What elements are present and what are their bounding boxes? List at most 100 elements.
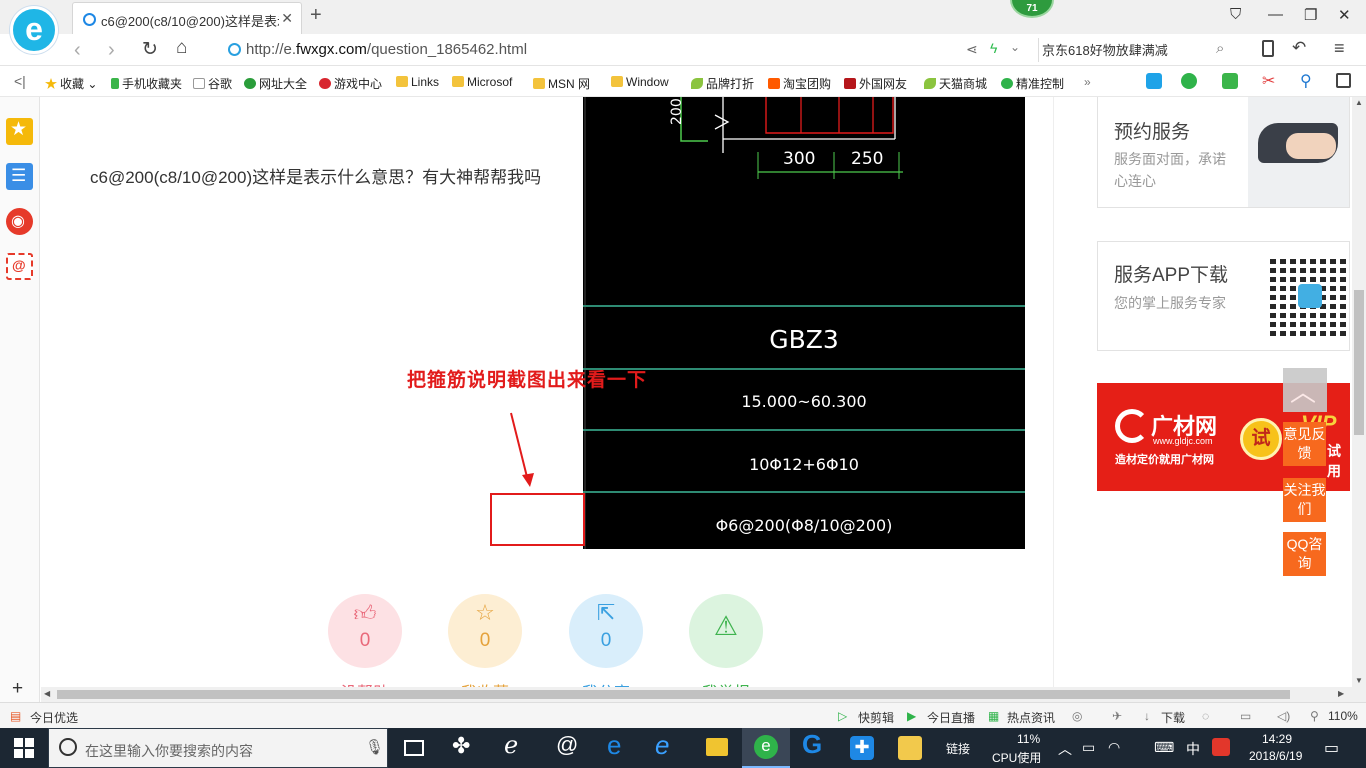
microphone-icon[interactable]: 🎙︎ [365,738,384,756]
share-button[interactable]: ⇱ 0 [569,594,643,668]
zoom-icon[interactable]: ⚲ [1310,709,1319,723]
weibo-icon[interactable]: ◉ [6,208,33,235]
menu-icon[interactable]: ≡ [1334,38,1345,59]
quick-clip-link[interactable]: 快剪辑 [858,709,894,726]
follow-us-button[interactable]: 关注我们 [1283,478,1326,522]
scroll-left-icon[interactable]: ◀ [44,689,50,698]
bookmark-games[interactable]: 游戏中心 [319,75,382,92]
more-bookmarks-icon[interactable]: » [1084,75,1091,89]
start-button[interactable] [14,738,34,758]
today-picks-link[interactable]: 今日优选 [30,709,78,726]
tray-expand-icon[interactable]: ︿ [1058,739,1072,759]
skin-icon[interactable]: ⛉ [1230,6,1241,23]
zoom-search-icon[interactable]: ⚲ [1300,71,1312,91]
windows-search-input[interactable]: 在这里输入你要搜索的内容 🎙︎ [48,728,388,768]
file-explorer-icon[interactable] [706,738,728,756]
active-browser-task[interactable]: e [742,728,790,768]
app-download-card[interactable]: 服务APP下载 您的掌上服务专家 [1097,241,1350,351]
window-icon[interactable]: ▭ [1240,709,1251,723]
appointment-card[interactable]: 预约服务 服务面对面，承诺心连心 [1097,97,1350,208]
live-link[interactable]: 今日直播 [927,709,975,726]
vertical-scroll-thumb[interactable] [1354,290,1364,435]
translate-icon[interactable] [1222,73,1238,89]
reader-icon[interactable]: ☰ [6,163,33,190]
forward-icon[interactable]: › [108,39,115,62]
zoom-level[interactable]: 110% [1328,709,1358,723]
unhelpful-button[interactable]: 👍︎ 0 [328,594,402,668]
news-link[interactable]: 热点资讯 [1007,709,1055,726]
bookmark-precision[interactable]: 精准控制 [1001,75,1064,92]
wifi-icon[interactable]: ◠ [1108,739,1120,756]
notifications-icon[interactable]: ▭ [1324,738,1339,758]
close-tab-icon[interactable]: ✕ [281,10,293,27]
swirl-app-icon[interactable]: @ [556,732,586,760]
ime-indicator[interactable]: 中 [1186,739,1200,759]
reload-icon[interactable]: ↻ [142,38,158,61]
apps-icon[interactable] [1336,73,1351,88]
edge-icon[interactable]: e [607,730,637,760]
ie-icon[interactable]: e [655,730,685,760]
browser-tab[interactable]: c6@200(c8/10@200)这样是表示 ✕ [72,2,302,34]
bookmark-windows[interactable]: Window [611,75,669,89]
address-field[interactable]: http://e.fwxgx.com/question_1865462.html… [220,37,1040,63]
new-tab-icon[interactable]: + [310,4,322,27]
feedback-button[interactable]: 意见反馈 [1283,422,1326,466]
battery-icon[interactable]: ▭ [1082,739,1095,756]
bookmark-links[interactable]: Links [396,75,439,89]
back-icon[interactable]: ‹ [74,39,81,62]
bookmark-taobao[interactable]: 淘宝团购 [768,75,831,92]
bookmark-msn[interactable]: MSN 网 [533,75,590,92]
browser-logo[interactable]: e [10,6,58,54]
favorite-button[interactable]: ☆ 0 [448,594,522,668]
search-input[interactable]: 京东618好物放肆满减 [1042,40,1242,60]
speed-icon[interactable]: ◎ [1072,709,1082,723]
links-toolbar[interactable]: 链接 [946,740,970,757]
mail-icon[interactable]: @ [6,253,33,280]
home-icon[interactable]: ⌂ [176,37,187,59]
volume-icon[interactable]: ◁) [1277,709,1290,723]
undo-icon[interactable]: ↶ [1292,38,1306,58]
task-view-icon[interactable] [404,740,424,756]
edge-legacy-icon[interactable]: ℯ [504,731,534,759]
search-icon[interactable]: ⌕ [1216,40,1224,57]
notification-badge[interactable]: 71 [1010,0,1054,18]
bookmark-brand-sale[interactable]: 品牌打折 [691,75,754,92]
bookmark-microsoft[interactable]: Microsof [452,75,512,89]
notes-app-icon[interactable] [898,736,922,760]
cleanup-icon[interactable]: ◌ [1202,709,1209,723]
pinwheel-app-icon[interactable]: ✤ [452,733,482,761]
extension-icon[interactable] [1146,73,1162,89]
add-icon[interactable]: + [12,678,23,700]
sidebar-toggle-icon[interactable]: <| [14,73,26,89]
glodon-icon[interactable]: G [802,729,832,759]
sogou-ime-icon[interactable] [1212,738,1230,756]
currency-icon[interactable] [1181,73,1197,89]
back-to-top-button[interactable]: ︿ [1283,368,1327,412]
bookmark-foreign[interactable]: 外国网友 [844,75,907,92]
clock-time[interactable]: 14:29 [1262,732,1292,746]
mobile-icon[interactable] [1262,40,1274,57]
bookmark-google[interactable]: 谷歌 [193,75,232,92]
favorites-star-icon[interactable]: ★ [6,118,33,145]
bookmark-favorites[interactable]: 收藏 ⌄ [45,75,97,92]
pin-icon[interactable]: ✈ [1112,709,1122,723]
bookmark-mobile[interactable]: 手机收藏夹 [111,75,182,92]
bookmark-site-nav[interactable]: 网址大全 [244,75,307,92]
share-icon[interactable]: ⋖ [966,41,978,58]
keyboard-icon[interactable]: ⌨ [1154,739,1174,756]
close-window-icon[interactable]: ✕ [1338,6,1351,24]
lightning-icon[interactable]: ϟ [990,40,997,56]
app-plus-icon[interactable]: ✚ [850,736,874,760]
qq-consult-button[interactable]: QQ咨询 [1283,532,1326,576]
scroll-down-icon[interactable]: ▼ [1355,676,1363,685]
maximize-icon[interactable]: ❐ [1304,6,1317,24]
minimize-icon[interactable]: — [1268,6,1283,23]
scroll-right-icon[interactable]: ▶ [1338,689,1344,698]
report-button[interactable]: ⚠ [689,594,763,668]
horizontal-scroll-thumb[interactable] [57,690,1290,699]
bookmark-tmall[interactable]: 天猫商城 [924,75,987,92]
scissors-icon[interactable]: ✂ [1262,71,1275,91]
chevron-down-icon[interactable]: ⌄ [1010,40,1020,54]
download-link[interactable]: 下载 [1161,709,1185,726]
scroll-up-icon[interactable]: ▲ [1355,98,1363,107]
